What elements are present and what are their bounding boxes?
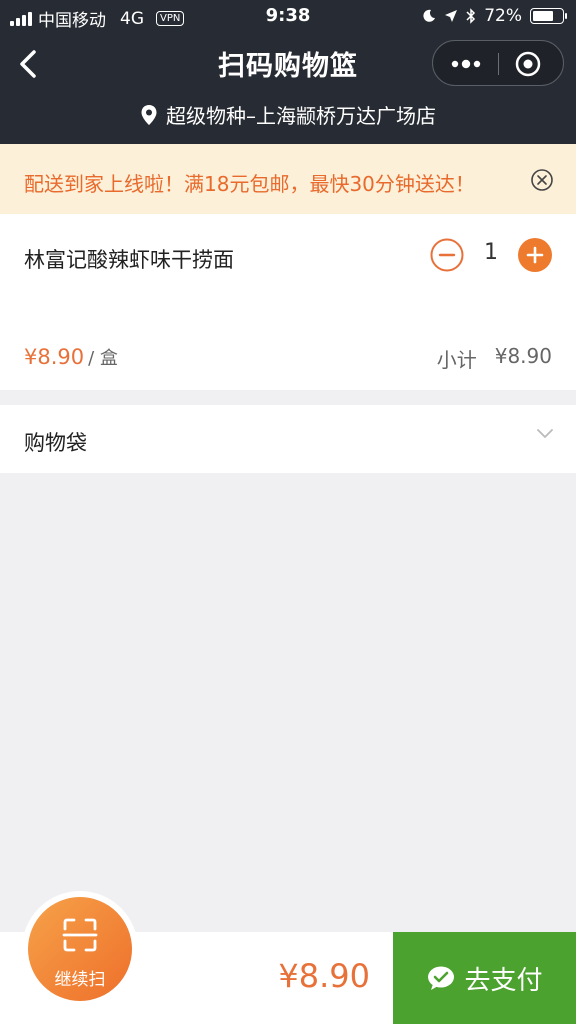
store-name: 超级物种–上海颛桥万达广场店 — [166, 104, 436, 128]
header: 中国移动 4G VPN 9:38 72% 扫码购物篮 超级物种–上海颛桥万达广场… — [0, 0, 576, 144]
location-arrow-icon — [445, 10, 458, 22]
plus-circle-icon[interactable] — [518, 238, 552, 272]
scan-label: 继续扫 — [54, 970, 106, 990]
item-name: 林富记酸辣虾味干捞面 — [24, 248, 234, 272]
pay-label: 去支付 — [464, 965, 543, 996]
circle-x-icon[interactable] — [530, 168, 554, 192]
status-bar: 中国移动 4G VPN 9:38 72% — [0, 0, 576, 32]
location-pin-icon — [141, 104, 157, 125]
pay-button[interactable]: 去支付 — [393, 932, 576, 1024]
delivery-notice: 配送到家上线啦！满18元包邮，最快30分钟送达！ — [0, 144, 576, 214]
scan-frame-icon — [62, 918, 98, 952]
bluetooth-icon — [466, 8, 476, 24]
battery-fill — [533, 11, 554, 21]
bag-label: 购物袋 — [24, 431, 87, 455]
capsule-divider — [498, 53, 499, 75]
item-unit: / 盒 — [88, 348, 118, 369]
wechat-pay-icon — [428, 966, 455, 990]
item-subtotal: 小计 ¥8.90 — [437, 344, 552, 373]
item-price: ¥8.90 — [24, 345, 85, 369]
status-right: 72% — [422, 6, 567, 26]
quantity-value: 1 — [484, 240, 498, 265]
minus-circle-icon[interactable] — [430, 238, 464, 272]
chevron-down-icon[interactable] — [536, 428, 554, 440]
shopping-bag-row[interactable]: 购物袋 — [0, 405, 576, 473]
more-dots-icon[interactable] — [445, 51, 487, 77]
subtotal-value: ¥8.90 — [494, 344, 552, 368]
battery-icon — [530, 8, 567, 24]
total-price: ¥8.90 — [278, 957, 370, 995]
target-close-icon[interactable] — [513, 49, 543, 79]
moon-icon — [423, 9, 436, 22]
item-price-row: ¥8.90 / 盒 — [24, 344, 118, 370]
battery-percent: 72% — [484, 6, 522, 26]
store-info[interactable]: 超级物种–上海颛桥万达广场店 — [0, 100, 576, 129]
continue-scan-button[interactable]: 继续扫 — [28, 897, 132, 1001]
notice-text: 配送到家上线啦！满18元包邮，最快30分钟送达！ — [24, 172, 475, 196]
subtotal-label: 小计 — [436, 348, 477, 372]
capsule-menu — [432, 40, 564, 86]
